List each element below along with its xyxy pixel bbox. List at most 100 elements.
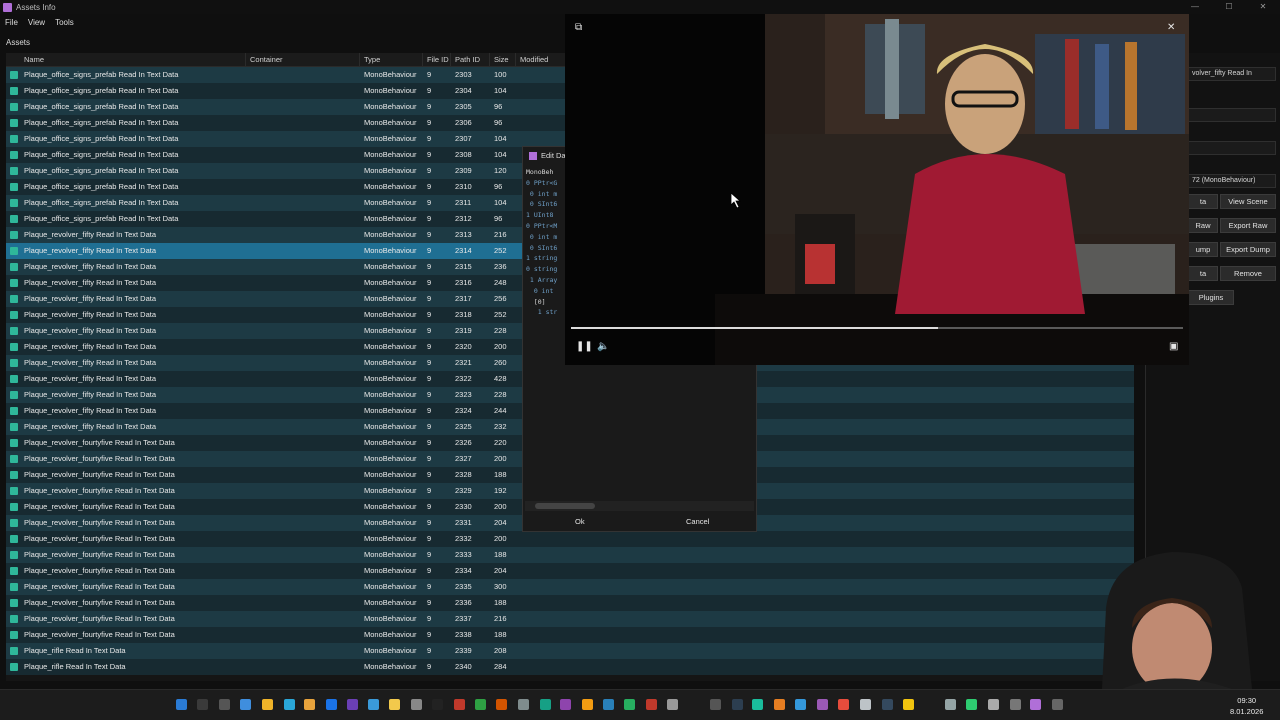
taskbar-app-icon[interactable]	[966, 699, 977, 710]
maximize-icon[interactable]: ☐	[1212, 0, 1246, 14]
taskbar-app-icon[interactable]	[582, 699, 593, 710]
taskbar-app-icon[interactable]	[518, 699, 529, 710]
horizontal-scrollbar[interactable]	[525, 501, 754, 511]
taskbar-clock[interactable]: 09:30 8.01.2026	[1230, 695, 1263, 717]
taskbar-app-icon[interactable]	[710, 699, 721, 710]
menu-view[interactable]: View	[23, 18, 50, 27]
tree-node[interactable]: 1 str	[526, 307, 558, 318]
table-row[interactable]: Plaque_revolver_fourtyfive Read In Text …	[6, 611, 1134, 627]
table-row[interactable]: Plaque_revolver_fourtyfive Read In Text …	[6, 547, 1134, 563]
taskbar-app-icon[interactable]	[240, 699, 251, 710]
tree-node[interactable]: 1 string	[526, 253, 557, 264]
video-overlay[interactable]: ⧉ ✕ ❚❚ 🔈 ▣	[565, 14, 1189, 365]
taskbar-app-icon[interactable]	[389, 699, 400, 710]
taskbar-app-icon[interactable]	[838, 699, 849, 710]
start-icon[interactable]	[176, 699, 187, 710]
tree-node[interactable]: 0 PPtr<G	[526, 178, 557, 189]
taskbar-app-icon[interactable]	[454, 699, 465, 710]
taskbar-app-icon[interactable]	[882, 699, 893, 710]
taskbar-app-icon[interactable]	[1010, 699, 1021, 710]
table-row[interactable]: Plaque_revolver_fourtyfive Read In Text …	[6, 627, 1134, 643]
taskbar-app-icon[interactable]	[646, 699, 657, 710]
pip-icon[interactable]: ⧉	[575, 22, 582, 33]
tree-node[interactable]: 0 int	[526, 286, 557, 297]
taskbar-app-icon[interactable]	[988, 699, 999, 710]
column-file-id[interactable]: File ID	[423, 53, 451, 66]
volume-icon[interactable]: 🔈	[597, 341, 609, 352]
tree-node[interactable]: 0 int m	[526, 189, 557, 200]
tree-node[interactable]: MonoBeh	[526, 167, 557, 178]
taskbar-app-icon[interactable]	[304, 699, 315, 710]
table-row[interactable]: Plaque_revolver_fourtyfive Read In Text …	[6, 595, 1134, 611]
column-name[interactable]: Name	[6, 53, 246, 66]
taskbar-app-icon[interactable]	[475, 699, 486, 710]
taskbar-app-icon[interactable]	[795, 699, 806, 710]
tree-node[interactable]: 0 SInt6	[526, 199, 557, 210]
column-size[interactable]: Size	[490, 53, 516, 66]
import-raw-button[interactable]: Raw	[1188, 218, 1218, 233]
view-scene-button[interactable]: View Scene	[1220, 194, 1276, 209]
taskbar-app-icon[interactable]	[667, 699, 678, 710]
export-dump-button[interactable]: Export Dump	[1220, 242, 1276, 257]
taskbar-app-icon[interactable]	[284, 699, 295, 710]
asset-field-empty-2[interactable]	[1188, 141, 1276, 155]
taskbar-app-icon[interactable]	[603, 699, 614, 710]
table-row[interactable]: Plaque_revolver_fourtyfive Read In Text …	[6, 563, 1134, 579]
plugins-button[interactable]: Plugins	[1188, 290, 1234, 305]
taskbar-app-icon[interactable]	[752, 699, 763, 710]
taskbar-app-icon[interactable]	[368, 699, 379, 710]
tree-node[interactable]: 1 Array	[526, 275, 557, 286]
asset-type-field[interactable]: 72 (MonoBehaviour)	[1188, 174, 1276, 188]
tree-node[interactable]: 0 PPtr<M	[526, 221, 557, 232]
taskbar-app-icon[interactable]	[624, 699, 635, 710]
close-video-icon[interactable]: ✕	[1167, 22, 1175, 33]
table-row[interactable]: Plaque_rifle Read In Text Data MonoBehavi…	[6, 659, 1134, 675]
close-window-icon[interactable]: ✕	[1246, 0, 1280, 14]
pause-icon[interactable]: ❚❚	[576, 341, 593, 352]
taskbar-app-icon[interactable]	[1052, 699, 1063, 710]
menu-tools[interactable]: Tools	[50, 18, 79, 27]
taskbar-app-icon[interactable]	[903, 699, 914, 710]
taskbar-app-icon[interactable]	[732, 699, 743, 710]
taskbar-app-icon[interactable]	[262, 699, 273, 710]
fullscreen-icon[interactable]: ▣	[1169, 341, 1178, 352]
taskbar-app-icon[interactable]	[347, 699, 358, 710]
tree-node[interactable]: 0 SInt6	[526, 243, 557, 254]
column-container[interactable]: Container	[246, 53, 360, 66]
taskbar-app-icon[interactable]	[560, 699, 571, 710]
taskbar-app-icon[interactable]	[945, 699, 956, 710]
taskbar-app-icon[interactable]	[860, 699, 871, 710]
tree-node[interactable]: [0]	[526, 297, 557, 308]
view-data-button[interactable]: ta	[1188, 194, 1218, 209]
column-path-id[interactable]: Path ID	[451, 53, 490, 66]
tree-node[interactable]: 1 UInt8	[526, 210, 557, 221]
remove-button[interactable]: Remove	[1220, 266, 1276, 281]
taskbar-app-icon[interactable]	[496, 699, 507, 710]
taskbar-app-icon[interactable]	[774, 699, 785, 710]
menu-file[interactable]: File	[0, 18, 23, 27]
asset-field-empty-1[interactable]	[1188, 108, 1276, 122]
tree-node[interactable]: 0 int m	[526, 232, 557, 243]
taskbar-app-icon[interactable]	[432, 699, 443, 710]
ok-button[interactable]: Ok	[575, 517, 585, 526]
edit-data-button[interactable]: ta	[1188, 266, 1218, 281]
tree-node[interactable]: 0 string	[526, 264, 557, 275]
column-type[interactable]: Type	[360, 53, 423, 66]
export-raw-button[interactable]: Export Raw	[1220, 218, 1276, 233]
taskbar-app-icon[interactable]	[411, 699, 422, 710]
taskbar-app-icon[interactable]	[197, 699, 208, 710]
video-progress-bar[interactable]	[571, 327, 1183, 329]
table-row[interactable]: Plaque_revolver_fourtyfive Read In Text …	[6, 531, 1134, 547]
taskbar-app-icon[interactable]	[1030, 699, 1041, 710]
import-dump-button[interactable]: ump	[1188, 242, 1218, 257]
taskbar-app-icon[interactable]	[540, 699, 551, 710]
column-modified[interactable]: Modified	[516, 53, 566, 66]
taskbar-app-icon[interactable]	[817, 699, 828, 710]
scrollbar-thumb[interactable]	[535, 503, 595, 509]
taskbar-app-icon[interactable]	[219, 699, 230, 710]
taskbar-app-icon[interactable]	[326, 699, 337, 710]
cancel-button[interactable]: Cancel	[686, 517, 709, 526]
asset-name-field[interactable]: volver_fifty Read In	[1188, 67, 1276, 81]
minimize-icon[interactable]: —	[1178, 0, 1212, 14]
table-row[interactable]: Plaque_revolver_fourtyfive Read In Text …	[6, 579, 1134, 595]
